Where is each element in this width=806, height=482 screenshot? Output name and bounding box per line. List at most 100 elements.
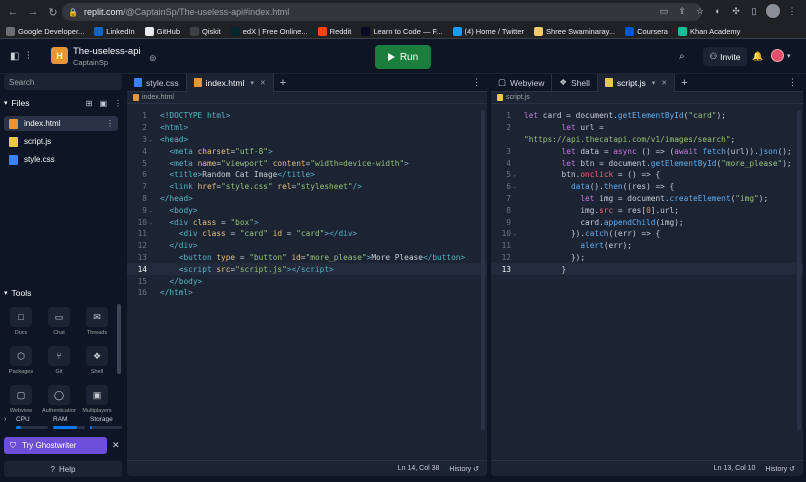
file-item[interactable]: script.js <box>4 134 118 149</box>
sidebar-icon[interactable]: ▯ <box>748 5 760 17</box>
sidebar-scrollbar[interactable] <box>117 304 121 374</box>
more-icon[interactable]: ⋮ <box>788 77 797 88</box>
chevron-down-icon[interactable]: ▾ <box>250 79 254 87</box>
file-item[interactable]: index.html ⋮ <box>4 116 118 131</box>
tab-script-js[interactable]: script.js ▾ ✕ <box>597 74 676 92</box>
code-line[interactable]: 13 } <box>491 263 803 276</box>
code-line[interactable]: 15 </body> <box>127 275 487 287</box>
cast-icon[interactable]: ▭ <box>658 5 670 17</box>
history-button[interactable]: History ↺ <box>449 465 479 473</box>
search-input[interactable]: Search <box>4 74 122 90</box>
share-icon[interactable]: ⇪ <box>676 5 688 17</box>
code-line[interactable]: 4 <meta charset="utf-8"> <box>127 145 487 157</box>
repl-settings-icon[interactable]: ⊚ <box>149 53 157 64</box>
code-line[interactable]: 11 alert(err); <box>491 240 803 252</box>
code-line[interactable]: 1 let card = document.getElementById("car… <box>491 110 803 122</box>
more-icon[interactable]: ⋮ <box>114 99 122 108</box>
files-header[interactable]: ▾ Files ⊞ ▣ ⋮ <box>4 98 122 108</box>
bookmark-item[interactable]: Google Developer... <box>6 26 84 36</box>
star-icon[interactable]: ☆ <box>694 5 706 17</box>
tool-item[interactable]: ▣ Multiplayers <box>80 385 114 413</box>
code-line[interactable]: 10 ⌄ }).catch((err) => { <box>491 228 803 240</box>
code-line[interactable]: 8 </head> <box>127 193 487 205</box>
code-line[interactable]: 8 img.src = res[0].url; <box>491 204 803 216</box>
code-line[interactable]: 16 </html> <box>127 287 487 299</box>
back-icon[interactable]: ← <box>6 5 20 19</box>
code-line[interactable]: 6 ⌄ data().then((res) => { <box>491 181 803 193</box>
bookmark-item[interactable]: GitHub <box>144 26 180 36</box>
help-button[interactable]: ? Help <box>4 461 122 477</box>
bookmark-item[interactable]: Qiskit <box>190 26 221 36</box>
bookmark-item[interactable]: Khan Academy <box>677 26 740 36</box>
bell-icon[interactable]: 🔔 <box>752 51 763 62</box>
new-file-icon[interactable]: ⊞ <box>86 99 93 108</box>
run-button[interactable]: Run <box>375 45 431 69</box>
close-icon[interactable]: ✕ <box>661 79 667 87</box>
bookmark-item[interactable]: Reddit <box>317 26 351 36</box>
editor-scrollbar[interactable] <box>797 110 801 430</box>
tab-style-css[interactable]: style.css <box>127 74 187 92</box>
code-line[interactable]: 6 <title>Random Cat Image</title> <box>127 169 487 181</box>
tool-item[interactable]: ⬡ Packages <box>4 346 38 375</box>
code-line[interactable]: 2 <html> <box>127 122 487 134</box>
code-line[interactable]: 3 ⌄ <head> <box>127 134 487 146</box>
close-icon[interactable]: ✕ <box>260 79 266 87</box>
breadcrumb-label[interactable]: script.js <box>506 94 530 101</box>
code-line[interactable]: 9 card.appendChild(img); <box>491 216 803 228</box>
code-editor-html[interactable]: 1 <!DOCTYPE html> 2 <html> 3 ⌄ <head> 4 <meta c… <box>127 110 487 299</box>
reload-icon[interactable]: ↻ <box>46 5 60 19</box>
puzzle-icon[interactable]: ✣ <box>730 5 742 17</box>
tool-item[interactable]: □ Docs <box>4 307 38 336</box>
fold-chevron-icon[interactable]: ⌄ <box>147 207 154 214</box>
user-avatar[interactable] <box>771 49 784 62</box>
repl-logo[interactable]: H <box>51 47 68 64</box>
extension-color-icon[interactable]: ◐ <box>712 5 724 17</box>
add-tab-icon[interactable]: + <box>274 77 292 89</box>
chevron-down-icon[interactable]: ▾ <box>652 79 656 87</box>
fold-chevron-icon[interactable]: ⌄ <box>147 219 154 226</box>
code-line[interactable]: 3 let data = async () => (await fetch(ur… <box>491 145 803 157</box>
code-line[interactable]: 5 ⌄ btn.onclick = () => { <box>491 169 803 181</box>
bookmark-item[interactable]: Learn to Code — F... <box>361 26 443 36</box>
bookmark-item[interactable]: Shree Swaminaray... <box>534 26 615 36</box>
tool-item[interactable]: ✉ Threads <box>80 307 114 336</box>
add-tab-icon[interactable]: + <box>675 77 693 89</box>
new-folder-icon[interactable]: ▣ <box>99 99 107 108</box>
file-item[interactable]: style.css <box>4 152 118 167</box>
invite-button[interactable]: ⚇ Invite <box>703 47 747 66</box>
tool-item[interactable]: ▭ Chat <box>42 307 76 336</box>
fold-chevron-icon[interactable]: ⌄ <box>511 171 518 178</box>
sidebar-toggle-icon[interactable]: ◧ <box>10 52 20 62</box>
bookmark-item[interactable]: LinkedIn <box>94 26 135 36</box>
chevron-down-icon[interactable]: ▾ <box>787 52 791 60</box>
profile-avatar[interactable] <box>766 4 780 18</box>
search-icon[interactable]: ⌕ <box>679 51 685 62</box>
more-icon[interactable]: ⋮ <box>472 77 481 88</box>
code-line[interactable]: 5 <meta name="viewport" content="width=d… <box>127 157 487 169</box>
code-line[interactable]: 12 }); <box>491 252 803 264</box>
more-icon[interactable]: ⋮ <box>106 119 114 128</box>
code-line[interactable]: 2 let url = <box>491 122 803 134</box>
fold-chevron-icon[interactable]: ⌄ <box>511 230 518 237</box>
fold-chevron-icon[interactable]: ⌄ <box>147 136 154 143</box>
editor-scrollbar[interactable] <box>481 110 485 430</box>
code-line[interactable]: 12 </div> <box>127 240 487 252</box>
code-line[interactable]: 10 ⌄ <div class = "box"> <box>127 216 487 228</box>
tab-webview[interactable]: ▢ Webview <box>491 74 553 92</box>
tool-item[interactable]: ◯ Authentication <box>42 385 76 413</box>
layout-icon[interactable]: ⫶ <box>27 52 37 62</box>
chevron-right-icon[interactable]: › <box>4 416 6 423</box>
code-line[interactable]: 7 <link href="style.css" rel="stylesheet… <box>127 181 487 193</box>
ghostwriter-button[interactable]: ⛉ Try Ghostwriter <box>4 437 107 454</box>
repl-name[interactable]: The-useless-api <box>73 46 141 57</box>
bookmark-item[interactable]: (4) Home / Twitter <box>452 26 524 36</box>
close-icon[interactable]: ✕ <box>112 440 120 451</box>
code-line[interactable]: 14 <script src="script.js"></script> <box>127 263 487 276</box>
bookmark-item[interactable]: edX | Free Online... <box>230 26 308 36</box>
menu-dots-icon[interactable]: ⋮ <box>786 5 798 17</box>
breadcrumb-label[interactable]: index.html <box>142 94 174 101</box>
tab-index-html[interactable]: index.html ▾ ✕ <box>186 74 274 92</box>
tool-item[interactable]: ▢ Webview <box>4 385 38 413</box>
repl-owner[interactable]: CaptainSp <box>73 58 108 67</box>
address-bar[interactable]: 🔒 replit.com/@CaptainSp/The-useless-api#… <box>62 3 702 21</box>
